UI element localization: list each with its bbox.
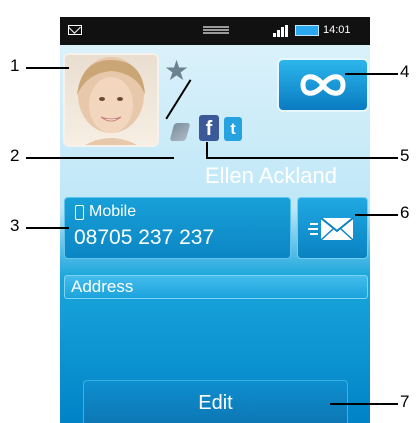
callout-7-line [330,403,398,405]
callout-1-line [26,67,69,69]
signal-icon [273,25,289,37]
sync-account-icon[interactable] [169,123,191,141]
battery-icon [295,25,319,36]
callout-7: 7 [400,392,410,411]
contact-name: Ellen Ackland [204,163,337,188]
address-field[interactable]: Address [64,275,368,299]
callout-3-line [26,227,69,229]
callout-6-line [355,214,398,216]
callout-1: 1 [10,56,20,75]
favorite-star-icon[interactable]: ★ [164,57,189,85]
phone-number: 08705 237 237 [74,226,215,249]
infinite-button[interactable] [277,58,369,112]
message-envelope-icon [308,217,354,241]
send-message-button[interactable] [297,197,368,259]
contact-screen: 14:01 ★ f t Ellen Ackland Mobile 08705 2… [60,17,370,423]
contact-photo[interactable] [63,53,159,147]
drag-handle-icon[interactable] [203,26,229,34]
facebook-icon[interactable]: f [199,115,219,141]
callout-5-line [206,157,398,159]
mobile-phone-icon [75,205,84,220]
phone-type-label: Mobile [89,203,137,220]
mail-icon [68,25,82,35]
callout-4: 4 [400,62,410,81]
callout-2: 2 [10,146,20,165]
callout-6: 6 [400,203,410,222]
status-time: 14:01 [323,24,351,36]
call-mobile-button[interactable]: Mobile 08705 237 237 [64,197,291,259]
status-bar: 14:01 [60,17,370,45]
callout-5: 5 [400,146,410,165]
callout-3: 3 [10,216,20,235]
infinity-icon [300,74,346,96]
callout-5-line-vert [206,142,208,158]
edit-button[interactable]: Edit [83,380,348,423]
callout-4-line [345,73,398,75]
twitter-icon[interactable]: t [224,117,242,141]
callout-2-line [26,157,174,159]
contact-avatar-image [77,57,145,145]
